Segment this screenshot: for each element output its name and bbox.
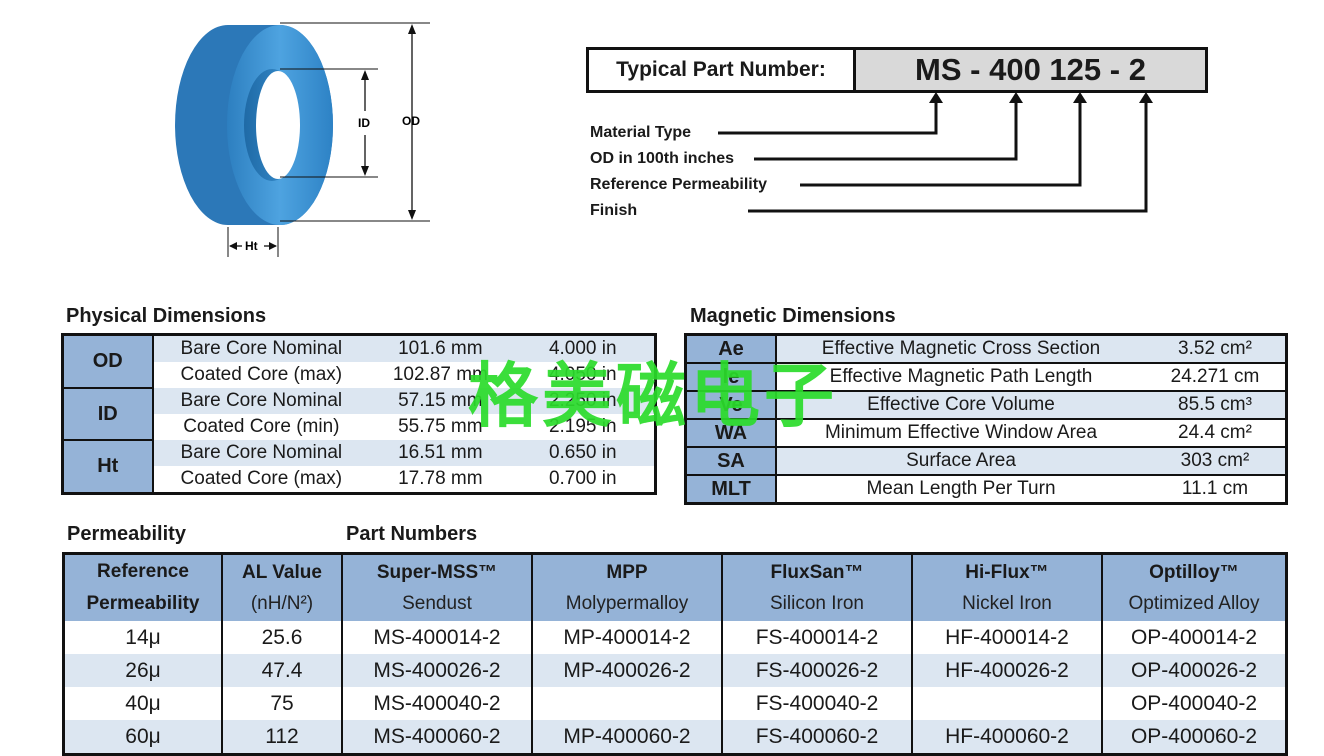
cell: 47.4 xyxy=(222,654,343,687)
permeability-title: Permeability xyxy=(67,523,186,545)
table-row: 40μ 75 MS-400040-2 FS-400040-2 OP-400040… xyxy=(63,687,1288,720)
watermark-text: 格美磁电子 xyxy=(468,355,838,437)
col-header-hi-flux: Hi-Flux™ Nickel Iron xyxy=(912,553,1103,621)
part-number-label: Typical Part Number: xyxy=(589,50,856,90)
col-header-optilloy: Optilloy™ Optimized Alloy xyxy=(1102,553,1288,621)
col-header-al-value: AL Value (nH/N²) xyxy=(222,553,343,621)
id-label: ID xyxy=(358,116,370,130)
value-cell: 11.1 cm xyxy=(1145,475,1287,505)
magnetic-dimensions-title: Magnetic Dimensions xyxy=(690,305,896,327)
row-header-ht: Ht xyxy=(61,439,154,495)
value-cell: 24.4 cm² xyxy=(1145,419,1287,448)
cell: FS-400040-2 xyxy=(722,687,913,720)
value-cell: 303 cm² xyxy=(1145,447,1287,476)
cell: 14μ xyxy=(63,621,223,654)
cell-desc: Coated Core (min) xyxy=(152,414,370,440)
cell-desc: Bare Core Nominal xyxy=(152,388,370,414)
part-numbers-table: Reference Permeability AL Value (nH/N²) Su… xyxy=(62,552,1288,756)
cell-mm: 16.51 mm xyxy=(369,440,512,466)
cell: FS-400060-2 xyxy=(722,720,913,755)
cell-desc: Bare Core Nominal xyxy=(152,334,370,362)
cell: MP-400026-2 xyxy=(532,654,723,687)
value-cell: 3.52 cm² xyxy=(1145,334,1287,364)
cell xyxy=(912,687,1103,720)
legend-finish: Finish xyxy=(590,202,638,219)
cell: 25.6 xyxy=(222,621,343,654)
od-label: OD xyxy=(402,114,420,128)
table-row: SA Surface Area 303 cm² xyxy=(685,447,1287,476)
symbol-cell: SA xyxy=(685,447,777,476)
ht-label: Ht xyxy=(245,239,258,253)
legend-arrows xyxy=(718,92,1153,213)
cell-desc: Coated Core (max) xyxy=(152,466,370,494)
cell: 40μ xyxy=(63,687,223,720)
table-row: Ht Bare Core Nominal 16.51 mm 0.650 in xyxy=(61,439,656,495)
cell: MS-400060-2 xyxy=(342,720,533,755)
cell-in: 0.650 in xyxy=(511,440,656,466)
cell: MS-400014-2 xyxy=(342,621,533,654)
cell: MP-400014-2 xyxy=(532,621,723,654)
cell: OP-400040-2 xyxy=(1102,687,1288,720)
cell-desc: Coated Core (max) xyxy=(152,362,370,388)
cell: MS-400026-2 xyxy=(342,654,533,687)
cell: FS-400014-2 xyxy=(722,621,913,654)
part-number-box: Typical Part Number: MS - 400 125 - 2 xyxy=(586,47,1208,93)
cell: 60μ xyxy=(63,720,223,755)
symbol-cell: MLT xyxy=(685,475,777,505)
row-header-od: OD xyxy=(61,333,154,389)
table-header-row: Reference Permeability AL Value (nH/N²) Su… xyxy=(63,553,1288,621)
cell: OP-400026-2 xyxy=(1102,654,1288,687)
value-cell: 85.5 cm³ xyxy=(1145,391,1287,420)
legend-material-type: Material Type xyxy=(590,124,692,141)
cell: OP-400060-2 xyxy=(1102,720,1288,755)
row-header-id: ID xyxy=(61,387,154,441)
col-header-fluxsan: FluxSan™ Silicon Iron xyxy=(722,553,913,621)
cell xyxy=(532,687,723,720)
part-numbers-title: Part Numbers xyxy=(346,523,478,545)
cell: 26μ xyxy=(63,654,223,687)
part-number-value: MS - 400 125 - 2 xyxy=(856,50,1205,90)
cell-in: 0.700 in xyxy=(511,466,656,494)
toroid-core-diagram: OD ID Ht xyxy=(175,22,430,257)
table-row: MLT Mean Length Per Turn 11.1 cm xyxy=(685,475,1287,505)
cell: 112 xyxy=(222,720,343,755)
table-row: 60μ 112 MS-400060-2 MP-400060-2 FS-40006… xyxy=(63,720,1288,755)
cell: OP-400014-2 xyxy=(1102,621,1288,654)
col-header-reference: Reference Permeability xyxy=(63,553,223,621)
table-row: 14μ 25.6 MS-400014-2 MP-400014-2 FS-4000… xyxy=(63,621,1288,654)
value-cell: 24.271 cm xyxy=(1145,363,1287,392)
col-header-super-mss: Super-MSS™ Sendust xyxy=(342,553,533,621)
cell-mm: 17.78 mm xyxy=(369,466,512,494)
col-header-mpp: MPP Molypermalloy xyxy=(532,553,723,621)
cell: HF-400014-2 xyxy=(912,621,1103,654)
physical-dimensions-title: Physical Dimensions xyxy=(66,305,267,327)
desc-cell: Mean Length Per Turn xyxy=(776,475,1145,505)
cell: MP-400060-2 xyxy=(532,720,723,755)
cell-desc: Bare Core Nominal xyxy=(152,440,370,466)
table-row: 26μ 47.4 MS-400026-2 MP-400026-2 FS-4000… xyxy=(63,654,1288,687)
cell: 75 xyxy=(222,687,343,720)
cell: FS-400026-2 xyxy=(722,654,913,687)
cell: HF-400026-2 xyxy=(912,654,1103,687)
cell: HF-400060-2 xyxy=(912,720,1103,755)
desc-cell: Surface Area xyxy=(776,447,1145,476)
cell: MS-400040-2 xyxy=(342,687,533,720)
